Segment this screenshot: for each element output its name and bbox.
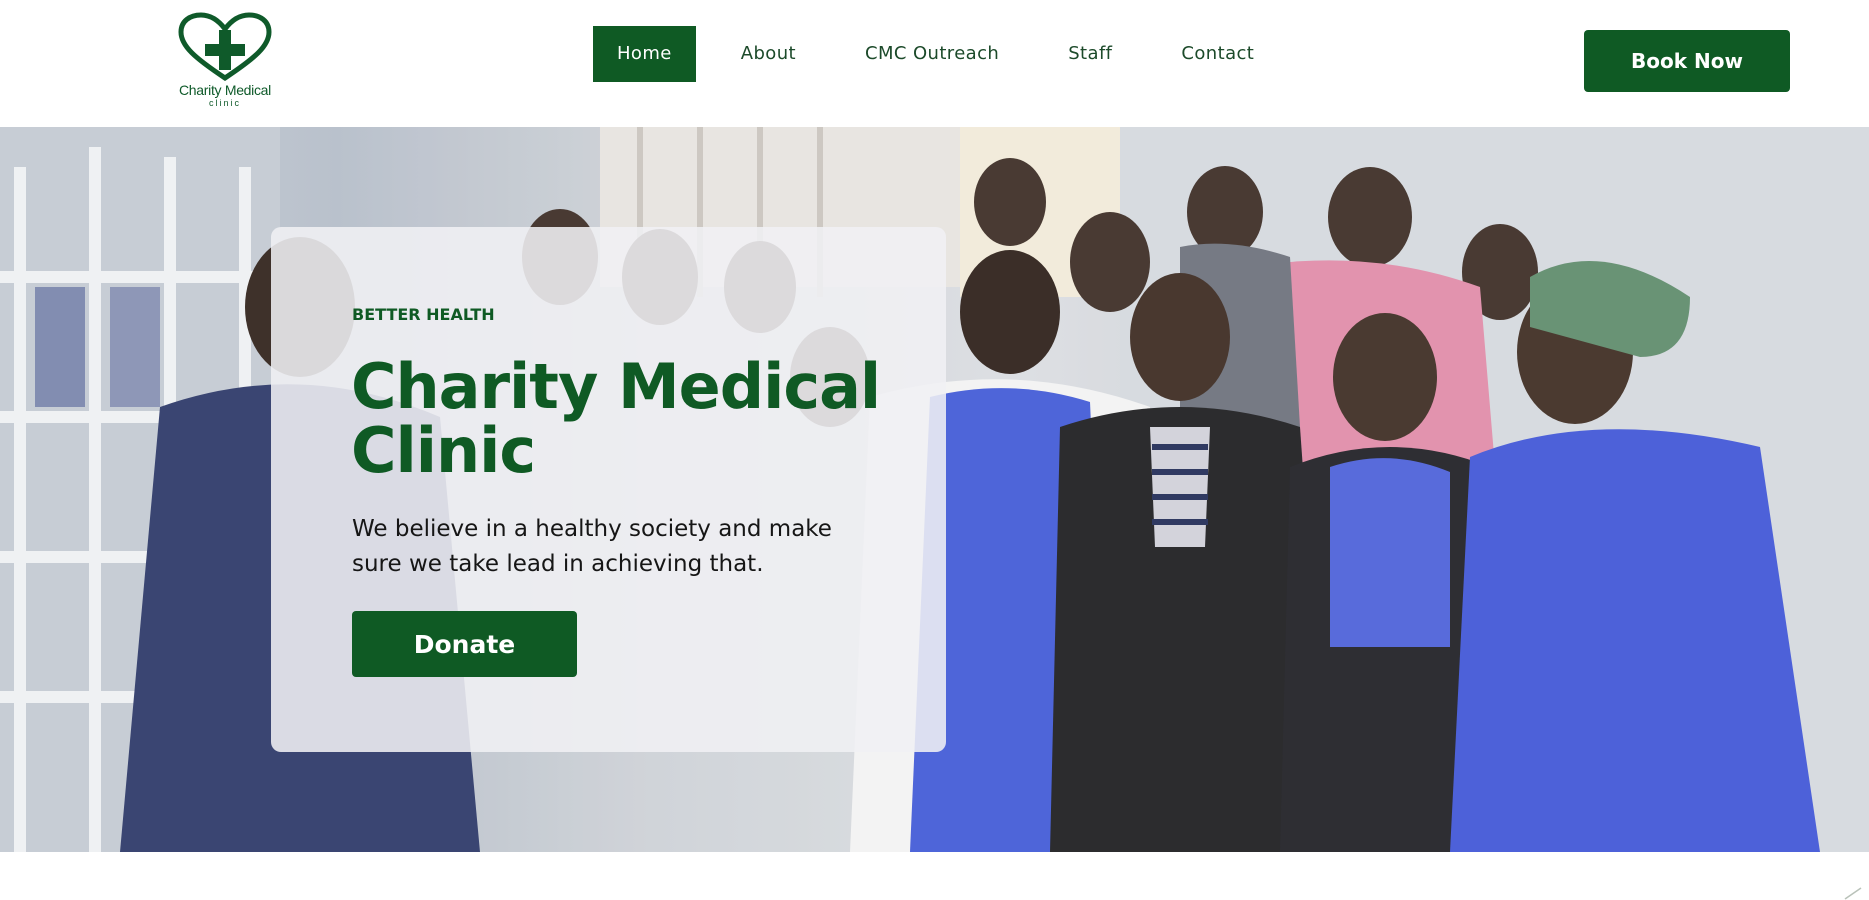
site-logo[interactable]: Charity Medical clinic xyxy=(170,12,280,116)
nav-staff[interactable]: Staff xyxy=(1044,26,1136,82)
hero-eyebrow: BETTER HEALTH xyxy=(352,305,495,324)
hero-card: BETTER HEALTH Charity Medical Clinic We … xyxy=(271,227,946,752)
nav-contact[interactable]: Contact xyxy=(1157,26,1278,82)
logo-subtitle: clinic xyxy=(208,98,241,108)
hero-title: Charity Medical Clinic xyxy=(351,350,881,487)
donate-button[interactable]: Donate xyxy=(352,611,577,677)
nav-cmc-outreach[interactable]: CMC Outreach xyxy=(841,26,1023,82)
hero-description: We believe in a healthy society and make… xyxy=(352,516,832,577)
site-header: Charity Medical clinic Home About CMC Ou… xyxy=(0,0,1869,127)
hero-section: BETTER HEALTH Charity Medical Clinic We … xyxy=(0,127,1869,852)
heart-cross-icon xyxy=(178,12,272,82)
main-nav: Home About CMC Outreach Staff Contact xyxy=(593,26,1299,82)
logo-name: Charity Medical xyxy=(179,82,271,98)
book-now-button[interactable]: Book Now xyxy=(1584,30,1790,92)
nav-home[interactable]: Home xyxy=(593,26,696,82)
resize-corner-icon xyxy=(1844,887,1862,900)
next-section-edge xyxy=(0,852,1869,900)
nav-about[interactable]: About xyxy=(717,26,820,82)
